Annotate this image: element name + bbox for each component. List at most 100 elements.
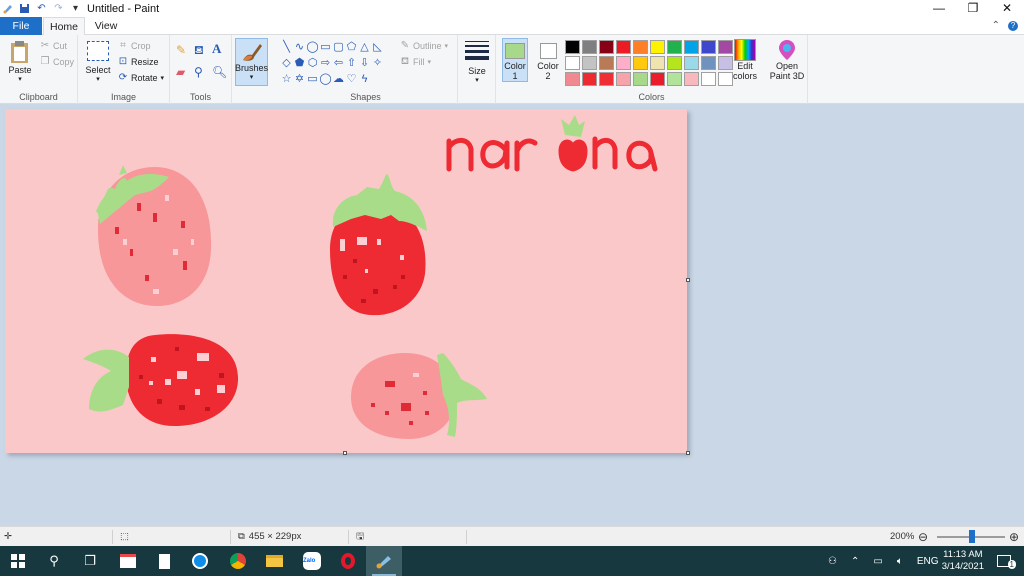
chrome-icon[interactable] [220,546,256,576]
select-button[interactable]: Select ▾ [84,41,112,83]
rectangle-shape-icon[interactable]: ▭ [319,40,332,54]
tab-home[interactable]: Home [43,17,85,35]
pencil-icon[interactable]: ✎ [176,43,186,57]
down-arrow-shape-icon[interactable]: ⇩ [358,56,371,70]
people-icon[interactable]: ⚇ [828,556,837,567]
color2-button[interactable]: Color 2 [535,38,561,82]
rounded-callout-shape-icon[interactable]: ▭ [306,72,319,86]
magnifier-icon[interactable]: 🔍︎ [212,65,227,79]
cloud-callout-shape-icon[interactable]: ☁ [332,72,345,86]
taskbar-clock[interactable]: 11:13 AM 3/14/2021 [942,549,984,573]
palette-swatch[interactable] [650,56,665,70]
palette-swatch[interactable] [565,72,580,86]
palette-swatch[interactable] [684,40,699,54]
palette-swatch[interactable] [650,40,665,54]
resize-handle-corner[interactable] [686,451,690,455]
battery-icon[interactable]: ▭ [873,556,882,567]
palette-swatch[interactable] [633,72,648,86]
collapse-ribbon-icon[interactable]: ⌃ [992,17,1000,35]
right-arrow-shape-icon[interactable]: ⇨ [319,56,332,70]
hexagon-shape-icon[interactable]: ⬡ [306,56,319,70]
copy-button[interactable]: ❐ Copy [40,57,75,68]
redo-icon[interactable]: ↷ [53,3,64,14]
color1-button[interactable]: Color 1 [502,38,528,82]
six-point-star-shape-icon[interactable]: ✡ [293,72,306,86]
cut-button[interactable]: ✂ Cut [40,41,67,52]
pentagon-shape-icon[interactable]: ⬟ [293,56,306,70]
palette-swatch[interactable] [718,40,733,54]
outline-button[interactable]: ✎ Outline ▾ [400,41,448,52]
palette-swatch[interactable] [701,40,716,54]
palette-swatch[interactable] [718,72,733,86]
triangle-shape-icon[interactable]: △ [358,40,371,54]
customize-toolbar-icon[interactable]: ▾ [70,3,81,14]
zoom-out-button[interactable]: ⊖ [918,527,928,547]
zoom-slider-thumb[interactable] [969,530,976,543]
notepad-icon[interactable] [146,546,182,576]
tab-view[interactable]: View [88,17,124,35]
oval-callout-shape-icon[interactable]: ◯ [319,72,332,86]
tab-file[interactable]: File [0,17,42,35]
palette-swatch[interactable] [667,72,682,86]
fill-bucket-icon[interactable]: ⛾ [194,43,204,59]
drawing-canvas[interactable] [5,109,687,453]
brushes-button[interactable]: Brushes ▾ [235,38,268,86]
search-icon[interactable]: ⚲ [36,546,72,576]
close-button[interactable]: ✕ [990,0,1024,17]
palette-swatch[interactable] [582,72,597,86]
up-arrow-shape-icon[interactable]: ⇧ [345,56,358,70]
rotate-button[interactable]: ⟳ Rotate ▾ [118,73,165,84]
resize-button[interactable]: ⊡ Resize [118,57,159,68]
zalo-icon[interactable]: Zalo [294,546,330,576]
language-indicator[interactable]: ENG [917,556,939,567]
diamond-shape-icon[interactable]: ◇ [280,56,293,70]
size-dropdown-icon[interactable]: ▾ [475,76,479,84]
palette-swatch[interactable] [616,40,631,54]
palette-swatch[interactable] [684,72,699,86]
four-point-star-shape-icon[interactable]: ✧ [371,56,384,70]
start-button[interactable] [0,546,36,576]
palette-swatch[interactable] [718,56,733,70]
palette-swatch[interactable] [582,40,597,54]
action-center-button[interactable]: 1 [986,546,1022,576]
teamviewer-icon[interactable] [182,546,218,576]
line-shape-icon[interactable]: ╲ [280,40,293,54]
show-hidden-icons[interactable]: ⌃ [851,556,859,567]
palette-swatch[interactable] [633,56,648,70]
save-icon[interactable] [19,3,30,14]
palette-swatch[interactable] [616,72,631,86]
palette-swatch[interactable] [565,40,580,54]
palette-swatch[interactable] [684,56,699,70]
paint-app-icon[interactable] [2,3,13,14]
edit-colors-button[interactable]: Edit colors [732,39,758,81]
rounded-rectangle-shape-icon[interactable]: ▢ [332,40,345,54]
select-dropdown-icon[interactable]: ▾ [96,75,100,83]
restore-button[interactable]: ❐ [956,0,990,17]
palette-swatch[interactable] [701,56,716,70]
file-explorer-icon[interactable] [256,546,292,576]
open-paint3d-button[interactable]: Open Paint 3D [768,39,806,81]
color-picker-icon[interactable]: ⚲ [194,65,203,79]
help-icon[interactable]: ? [1008,21,1018,31]
left-arrow-shape-icon[interactable]: ⇦ [332,56,345,70]
palette-swatch[interactable] [650,72,665,86]
polygon-shape-icon[interactable]: ⬠ [345,40,358,54]
paste-dropdown-icon[interactable]: ▾ [18,75,22,83]
palette-swatch[interactable] [565,56,580,70]
palette-swatch[interactable] [667,56,682,70]
right-triangle-shape-icon[interactable]: ◺ [371,40,384,54]
palette-swatch[interactable] [701,72,716,86]
size-button[interactable]: Size ▾ [464,41,490,84]
paint-taskbar-icon[interactable] [366,546,402,576]
minimize-button[interactable]: — [922,0,956,17]
undo-icon[interactable]: ↶ [36,3,47,14]
fill-button[interactable]: ⛾ Fill ▾ [400,57,431,68]
rotate-dropdown-icon[interactable]: ▾ [161,74,165,82]
crop-button[interactable]: ⌗ Crop [118,41,150,52]
resize-handle-bottom[interactable] [343,451,347,455]
resize-handle-right[interactable] [686,278,690,282]
heart-shape-icon[interactable]: ♡ [345,72,358,86]
paste-button[interactable]: Paste ▾ [6,39,34,83]
oval-shape-icon[interactable]: ◯ [306,40,319,54]
zoom-in-button[interactable]: ⊕ [1009,527,1019,547]
